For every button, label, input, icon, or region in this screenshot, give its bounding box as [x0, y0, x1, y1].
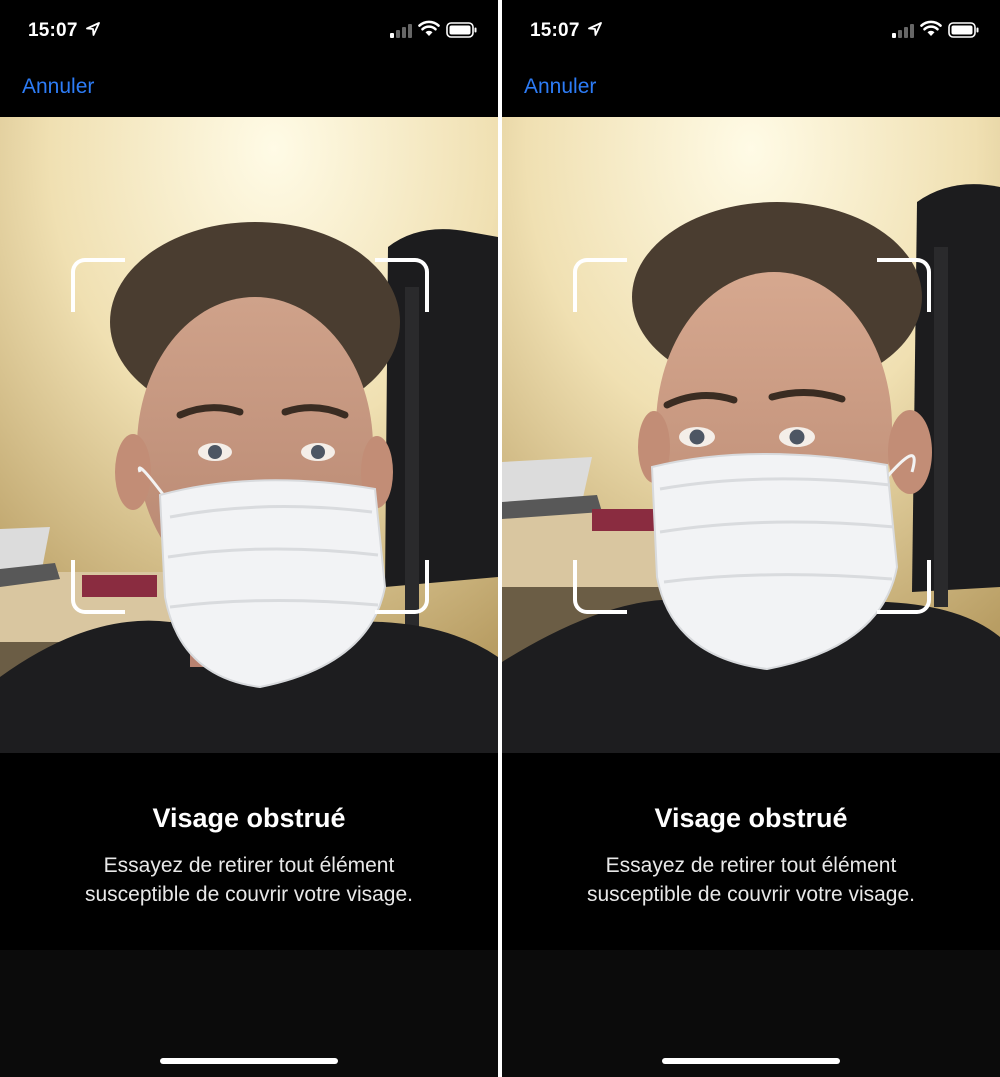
face-frame-corner-top-left: [71, 258, 125, 312]
status-time: 15:07: [530, 20, 580, 41]
message-line-1: Essayez de retirer tout élément: [103, 854, 395, 877]
message-title: Visage obstrué: [654, 803, 848, 833]
wifi-icon: [920, 20, 942, 36]
home-indicator[interactable]: [662, 1058, 840, 1064]
message-line-2: susceptible de couvrir votre visage.: [85, 883, 413, 906]
face-frame-corner-bottom-left: [71, 560, 125, 614]
battery-icon: [948, 22, 979, 38]
status-bar: 15:07: [502, 0, 1000, 60]
status-bar: 15:07: [0, 0, 498, 60]
message-title: Visage obstrué: [152, 803, 346, 833]
status-time: 15:07: [28, 20, 78, 41]
home-indicator[interactable]: [160, 1058, 338, 1064]
face-frame-corner-bottom-left: [573, 560, 627, 614]
navigation-bar: Annuler: [0, 60, 498, 117]
face-frame-corner-top-right: [375, 258, 429, 312]
message-body: Essayez de retirer tout élément suscepti…: [30, 851, 468, 909]
navigation-bar: Annuler: [502, 60, 1000, 117]
face-id-message: Visage obstrué Essayez de retirer tout é…: [0, 753, 498, 950]
cancel-button[interactable]: Annuler: [22, 75, 94, 99]
cellular-signal-icon: [892, 24, 914, 38]
camera-image: [0, 117, 498, 753]
camera-preview: [502, 117, 1000, 753]
cellular-signal-icon: [390, 24, 412, 38]
phone-screen-right: 15:07 Annuler Visage obstrué Essayez de …: [502, 0, 1000, 1077]
location-arrow-icon: [588, 22, 602, 36]
face-frame-corner-bottom-right: [877, 560, 931, 614]
face-frame-corner-bottom-right: [375, 560, 429, 614]
wifi-icon: [418, 20, 440, 36]
phone-screen-left: 15:07 Annuler Visage obstrué Essayez de …: [0, 0, 498, 1077]
face-frame-corner-top-left: [573, 258, 627, 312]
camera-image: [502, 117, 1000, 753]
cancel-button[interactable]: Annuler: [524, 75, 596, 99]
location-arrow-icon: [86, 22, 100, 36]
message-body: Essayez de retirer tout élément suscepti…: [532, 851, 970, 909]
face-id-message: Visage obstrué Essayez de retirer tout é…: [502, 753, 1000, 950]
camera-preview: [0, 117, 498, 753]
battery-icon: [446, 22, 477, 38]
message-line-2: susceptible de couvrir votre visage.: [587, 883, 915, 906]
message-line-1: Essayez de retirer tout élément: [605, 854, 897, 877]
face-frame-corner-top-right: [877, 258, 931, 312]
